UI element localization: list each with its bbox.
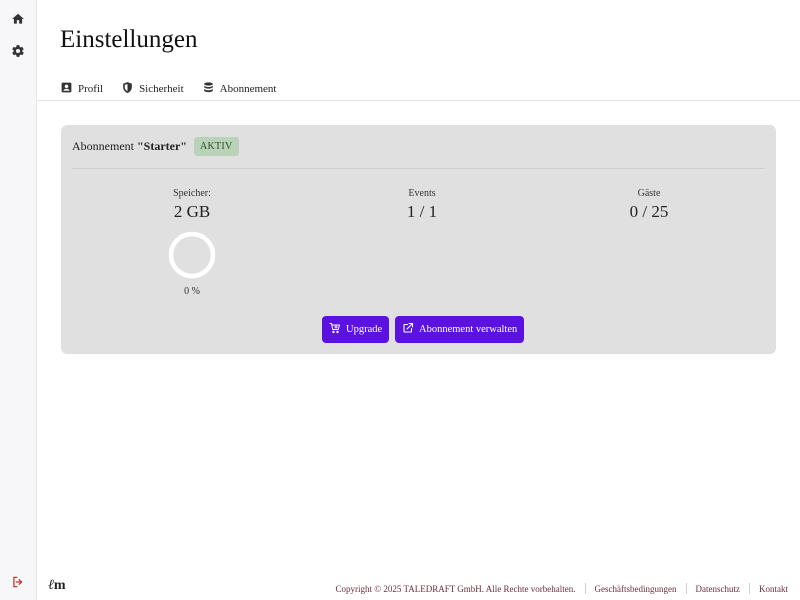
card-divider <box>72 168 764 169</box>
tab-abonnement[interactable]: Abonnement <box>202 81 277 97</box>
upgrade-label: Upgrade <box>346 324 383 335</box>
manage-label: Abonnement verwalten <box>419 324 518 335</box>
stat-storage: Speicher: 2 GB <box>112 188 272 222</box>
storage-percent: 0 % <box>184 286 200 297</box>
terms-link[interactable]: Geschäftsbedingungen <box>595 584 677 594</box>
subscription-header: Abonnement "Starter" AKTIV <box>72 137 239 156</box>
footer-divider <box>685 583 687 594</box>
shield-icon <box>121 81 134 97</box>
tab-sicherheit[interactable]: Sicherheit <box>121 81 184 97</box>
cart-plus-icon <box>329 322 341 337</box>
stat-events: Events 1 / 1 <box>342 188 502 222</box>
tab-label: Profil <box>78 83 104 95</box>
subscription-card: Abonnement "Starter" AKTIV Speicher: 2 G… <box>61 125 776 354</box>
plan-name: "Starter" <box>137 139 187 153</box>
stat-value: 0 / 25 <box>629 202 669 221</box>
manage-subscription-button[interactable]: Abonnement verwalten <box>395 316 525 343</box>
external-link-icon <box>402 322 414 337</box>
subscription-prefix: Abonnement <box>72 139 137 153</box>
logout-icon[interactable] <box>9 573 27 591</box>
footer: Copyright © 2025 TALEDRAFT GmbH. Alle Re… <box>336 583 788 594</box>
upgrade-button[interactable]: Upgrade <box>322 316 390 343</box>
footer-divider <box>749 583 750 594</box>
tab-profil[interactable]: Profil <box>60 81 103 97</box>
contact-link[interactable]: Kontakt <box>759 584 788 594</box>
sidebar <box>0 0 37 600</box>
database-icon <box>202 81 215 97</box>
status-badge: AKTIV <box>193 137 239 156</box>
gear-icon[interactable] <box>9 42 27 60</box>
stat-guests: Gäste 0 / 25 <box>569 188 729 222</box>
brand-logo: ℓm <box>48 578 66 594</box>
privacy-link[interactable]: Datenschutz <box>696 584 740 594</box>
stat-value: 2 GB <box>173 202 211 221</box>
footer-divider <box>584 583 586 594</box>
tabs-divider <box>37 100 800 101</box>
tab-label: Abonnement <box>219 83 277 95</box>
page-title: Einstellungen <box>60 26 198 53</box>
tab-label: Sicherheit <box>139 83 184 95</box>
logo-letter-m: m <box>53 578 66 593</box>
home-icon[interactable] <box>9 10 27 28</box>
storage-progress-ring <box>168 231 216 279</box>
copyright-text: Copyright © 2025 TALEDRAFT GmbH. Alle Re… <box>335 583 576 594</box>
stat-label: Speicher: <box>173 188 211 199</box>
profile-icon <box>60 81 73 97</box>
stat-label: Gäste <box>637 188 661 199</box>
stat-value: 1 / 1 <box>406 202 438 221</box>
subscription-title: Abonnement "Starter" <box>72 139 187 154</box>
stat-label: Events <box>408 188 436 199</box>
settings-tabs: Profil Sicherheit Abonnement <box>60 78 277 100</box>
